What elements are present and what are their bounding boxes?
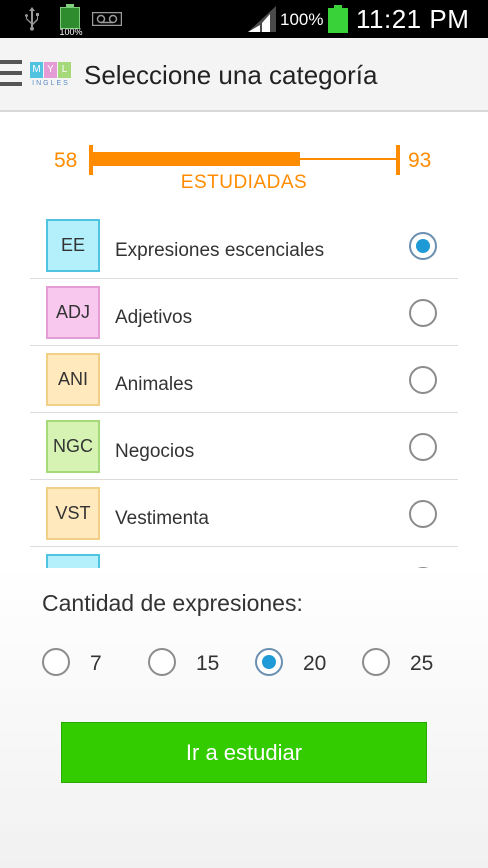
menu-icon[interactable] bbox=[0, 60, 22, 90]
progress-min: 58 bbox=[54, 149, 78, 172]
category-badge bbox=[46, 554, 100, 568]
quantity-radio[interactable] bbox=[362, 648, 390, 676]
progress-fill bbox=[91, 152, 301, 166]
category-row[interactable]: VST Vestimenta bbox=[30, 480, 458, 547]
category-label: Negocios bbox=[115, 441, 195, 462]
study-button[interactable]: Ir a estudiar bbox=[61, 722, 427, 783]
category-badge: VST bbox=[46, 487, 100, 540]
usb-icon bbox=[25, 7, 39, 31]
category-label: Animales bbox=[115, 374, 194, 395]
quantity-value: 7 bbox=[90, 652, 102, 675]
progress-label: ESTUDIADAS bbox=[180, 172, 308, 193]
status-bar: 100% 100% 11:21 PM bbox=[0, 0, 488, 38]
category-label: Vestimenta bbox=[115, 508, 209, 529]
progress-end-cap bbox=[396, 145, 400, 175]
progress-max: 93 bbox=[408, 149, 432, 172]
category-label: Adjetivos bbox=[115, 307, 193, 328]
battery-percent: 100% bbox=[280, 10, 324, 29]
quantity-radio[interactable] bbox=[148, 648, 176, 676]
category-badge: NGC bbox=[46, 420, 100, 473]
battery-small-label: 100% bbox=[59, 27, 83, 37]
category-radio[interactable] bbox=[409, 500, 437, 528]
battery-charging-icon: 100% bbox=[58, 3, 83, 37]
category-row[interactable]: ADJ Adjetivos bbox=[30, 279, 458, 346]
category-list[interactable]: EE Expresiones escenciales ADJ Adjetivos ANI… bbox=[30, 212, 458, 568]
logo-letter: L bbox=[58, 62, 71, 78]
page-title: Seleccione una categoría bbox=[84, 60, 378, 90]
category-badge: ADJ bbox=[46, 286, 100, 339]
action-bar: M Y L INGLES Seleccione una categoría bbox=[0, 38, 488, 112]
category-radio[interactable] bbox=[409, 567, 437, 568]
clock: 11:21 PM bbox=[356, 4, 470, 34]
logo-letter: Y bbox=[44, 62, 57, 78]
category-radio[interactable] bbox=[409, 366, 437, 394]
category-row[interactable]: EE Expresiones escenciales bbox=[30, 212, 458, 279]
signal-icon bbox=[248, 6, 276, 32]
category-row[interactable]: NGC Negocios bbox=[30, 413, 458, 480]
category-badge: EE bbox=[46, 219, 100, 272]
quantity-value: 20 bbox=[303, 652, 327, 675]
quantity-value: 25 bbox=[410, 652, 434, 675]
category-label: Expresiones escenciales bbox=[115, 240, 325, 261]
category-radio[interactable] bbox=[409, 232, 437, 260]
quantity-radio[interactable] bbox=[42, 648, 70, 676]
category-row[interactable] bbox=[30, 547, 458, 568]
battery-icon bbox=[328, 5, 348, 33]
category-badge: ANI bbox=[46, 353, 100, 406]
category-radio[interactable] bbox=[409, 299, 437, 327]
voicemail-icon bbox=[92, 12, 122, 26]
quantity-value: 15 bbox=[196, 652, 220, 675]
app-logo[interactable]: M Y L INGLES bbox=[30, 62, 72, 92]
quantity-radio[interactable] bbox=[255, 648, 283, 676]
logo-letter: M bbox=[30, 62, 43, 78]
category-row[interactable]: ANI Animales bbox=[30, 346, 458, 413]
logo-word: INGLES bbox=[32, 80, 70, 87]
quantity-label: Cantidad de expresiones: bbox=[42, 590, 303, 616]
category-radio[interactable] bbox=[409, 433, 437, 461]
